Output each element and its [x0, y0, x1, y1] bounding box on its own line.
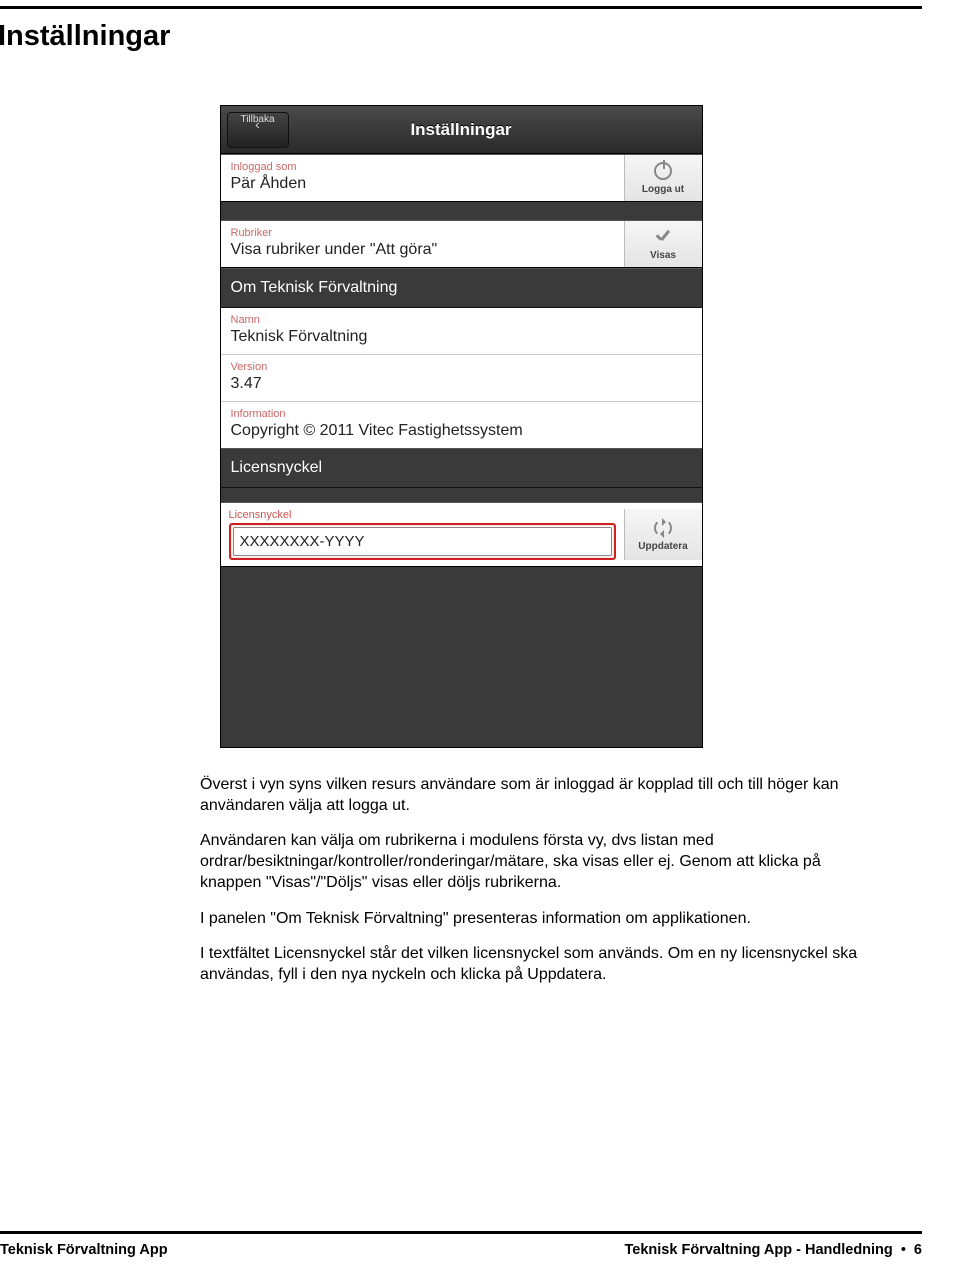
visas-label: Visas [650, 250, 676, 261]
license-field-outline: XXXXXXXX-YYYY [229, 523, 616, 560]
license-row: Licensnyckel XXXXXXXX-YYYY Uppdatera [221, 502, 702, 567]
name-row: Namn Teknisk Förvaltning [221, 308, 702, 354]
logged-in-value: Pär Åhden [231, 175, 614, 193]
version-label: Version [231, 361, 692, 373]
logged-in-row: Inloggad som Pär Åhden Logga ut [221, 154, 702, 202]
logout-label: Logga ut [642, 184, 684, 195]
titlebar: ‹ Tillbaka Inställningar [221, 106, 702, 154]
version-value: 3.47 [231, 375, 692, 393]
version-row: Version 3.47 [221, 354, 702, 401]
license-input[interactable]: XXXXXXXX-YYYY [233, 527, 612, 556]
bullet-icon: • [901, 1242, 906, 1258]
check-icon [653, 227, 673, 247]
bottom-rule [0, 1231, 922, 1234]
titlebar-title: Inställningar [221, 106, 702, 154]
name-value: Teknisk Förvaltning [231, 328, 692, 346]
footer-right: Teknisk Förvaltning App - Handledning • … [625, 1242, 922, 1258]
refresh-icon [653, 518, 673, 538]
phone-screenshot: ‹ Tillbaka Inställningar Inloggad som Pä… [220, 105, 703, 748]
top-rule [0, 6, 922, 9]
paragraph-3: I panelen "Om Teknisk Förvaltning" prese… [200, 908, 862, 929]
logged-in-label: Inloggad som [231, 161, 614, 173]
body-text: Överst i vyn syns vilken resurs användar… [200, 774, 862, 985]
phone-body: Inloggad som Pär Åhden Logga ut Rubriker… [221, 154, 702, 747]
back-label: Tillbaka [228, 97, 288, 143]
info-row: Information Copyright © 2011 Vitec Fasti… [221, 401, 702, 448]
paragraph-1: Överst i vyn syns vilken resurs användar… [200, 774, 862, 816]
power-icon [653, 161, 673, 181]
headings-value: Visa rubriker under "Att göra" [231, 241, 614, 259]
license-label: Licensnyckel [229, 509, 616, 521]
paragraph-2: Användaren kan välja om rubrikerna i mod… [200, 830, 862, 893]
footer-right-prefix: Teknisk Förvaltning App - Handledning [625, 1242, 893, 1258]
name-label: Namn [231, 314, 692, 326]
page-heading: Inställningar [0, 20, 922, 53]
logout-button[interactable]: Logga ut [624, 155, 702, 201]
info-label: Information [231, 408, 692, 420]
visas-button[interactable]: Visas [624, 221, 702, 267]
paragraph-4: I textfältet Licensnyckel står det vilke… [200, 943, 862, 985]
update-label: Uppdatera [638, 541, 687, 552]
footer-left: Teknisk Förvaltning App [0, 1242, 168, 1258]
footer: Teknisk Förvaltning App Teknisk Förvaltn… [0, 1242, 922, 1258]
about-section-header: Om Teknisk Förvaltning [221, 268, 702, 308]
license-section-header: Licensnyckel [221, 448, 702, 488]
headings-label: Rubriker [231, 227, 614, 239]
info-value: Copyright © 2011 Vitec Fastighetssystem [231, 422, 692, 440]
back-button[interactable]: ‹ Tillbaka [227, 112, 289, 148]
about-stack: Namn Teknisk Förvaltning Version 3.47 In… [221, 308, 702, 448]
headings-row: Rubriker Visa rubriker under "Att göra" … [221, 220, 702, 268]
update-button[interactable]: Uppdatera [624, 509, 702, 560]
footer-page-number: 6 [914, 1242, 922, 1258]
